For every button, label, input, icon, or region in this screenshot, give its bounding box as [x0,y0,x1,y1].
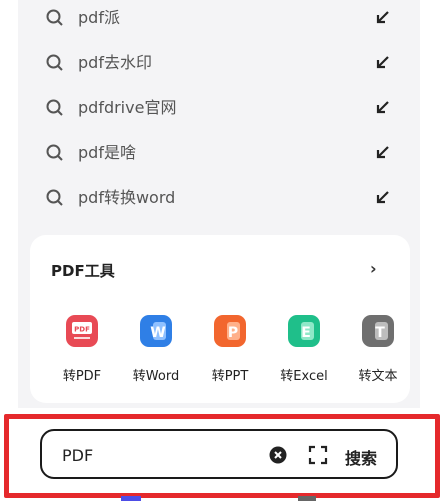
search-icon [46,99,63,116]
tool-label: 转PPT [211,369,249,384]
suggestion-item[interactable]: pdfdrive官网 [18,87,420,131]
fill-arrow-icon[interactable] [374,98,392,116]
tools-title: PDF工具 [51,262,115,280]
fill-arrow-icon[interactable] [374,143,392,161]
suggestion-label: pdf派 [78,8,120,27]
tool-to-text[interactable]: T 转文本 [342,313,416,393]
search-icon [46,144,63,161]
suggestion-label: pdfdrive官网 [78,98,177,117]
suggestion-item[interactable]: pdf转换word [18,177,420,221]
suggestion-label: pdf去水印 [78,53,152,72]
nav-icon-partial [298,496,316,501]
svg-text:P: P [228,325,238,341]
suggestion-item[interactable]: pdf去水印 [18,42,420,86]
tool-label: 转文本 [358,369,398,384]
tool-label: 转Word [132,369,180,384]
tool-label: 转Excel [280,369,328,384]
pdf-tools-card: PDF工具 › PDF 转PDF W 转Word P 转PPT E 转Excel… [30,235,410,403]
search-button[interactable]: 搜索 [345,445,377,469]
pdf-convert-icon: PDF [66,315,98,347]
suggestion-item[interactable]: pdf是啥 [18,132,420,176]
scan-icon[interactable] [308,445,328,465]
search-bar[interactable]: PDF 搜索 [40,429,398,479]
word-convert-icon: W [140,315,172,347]
svg-text:PDF: PDF [74,326,90,334]
search-icon [46,189,63,206]
tool-label: 转PDF [62,369,102,384]
tool-to-pdf[interactable]: PDF 转PDF [46,313,120,393]
suggestion-item[interactable]: pdf派 [18,0,420,41]
tool-to-ppt[interactable]: P 转PPT [194,313,268,393]
svg-text:W: W [150,325,165,341]
suggestion-label: pdf转换word [78,188,176,207]
svg-text:E: E [301,325,311,341]
excel-convert-icon: E [288,315,320,347]
search-icon [46,9,63,26]
search-input[interactable]: PDF [62,446,93,465]
suggestions-panel: pdf派 pdf去水印 pdfdrive官网 pdf是啥 pdf转换word P… [18,0,420,408]
tool-to-excel[interactable]: E 转Excel [268,313,342,393]
svg-text:T: T [375,325,385,341]
fill-arrow-icon[interactable] [374,8,392,26]
nav-indicator [121,496,141,501]
ppt-convert-icon: P [214,315,246,347]
clear-icon[interactable] [269,446,287,464]
fill-arrow-icon[interactable] [374,53,392,71]
suggestion-label: pdf是啥 [78,143,136,162]
search-icon [46,54,63,71]
tool-to-word[interactable]: W 转Word [120,313,194,393]
chevron-right-icon[interactable]: › [370,259,377,278]
text-convert-icon: T [362,315,394,347]
fill-arrow-icon[interactable] [374,188,392,206]
